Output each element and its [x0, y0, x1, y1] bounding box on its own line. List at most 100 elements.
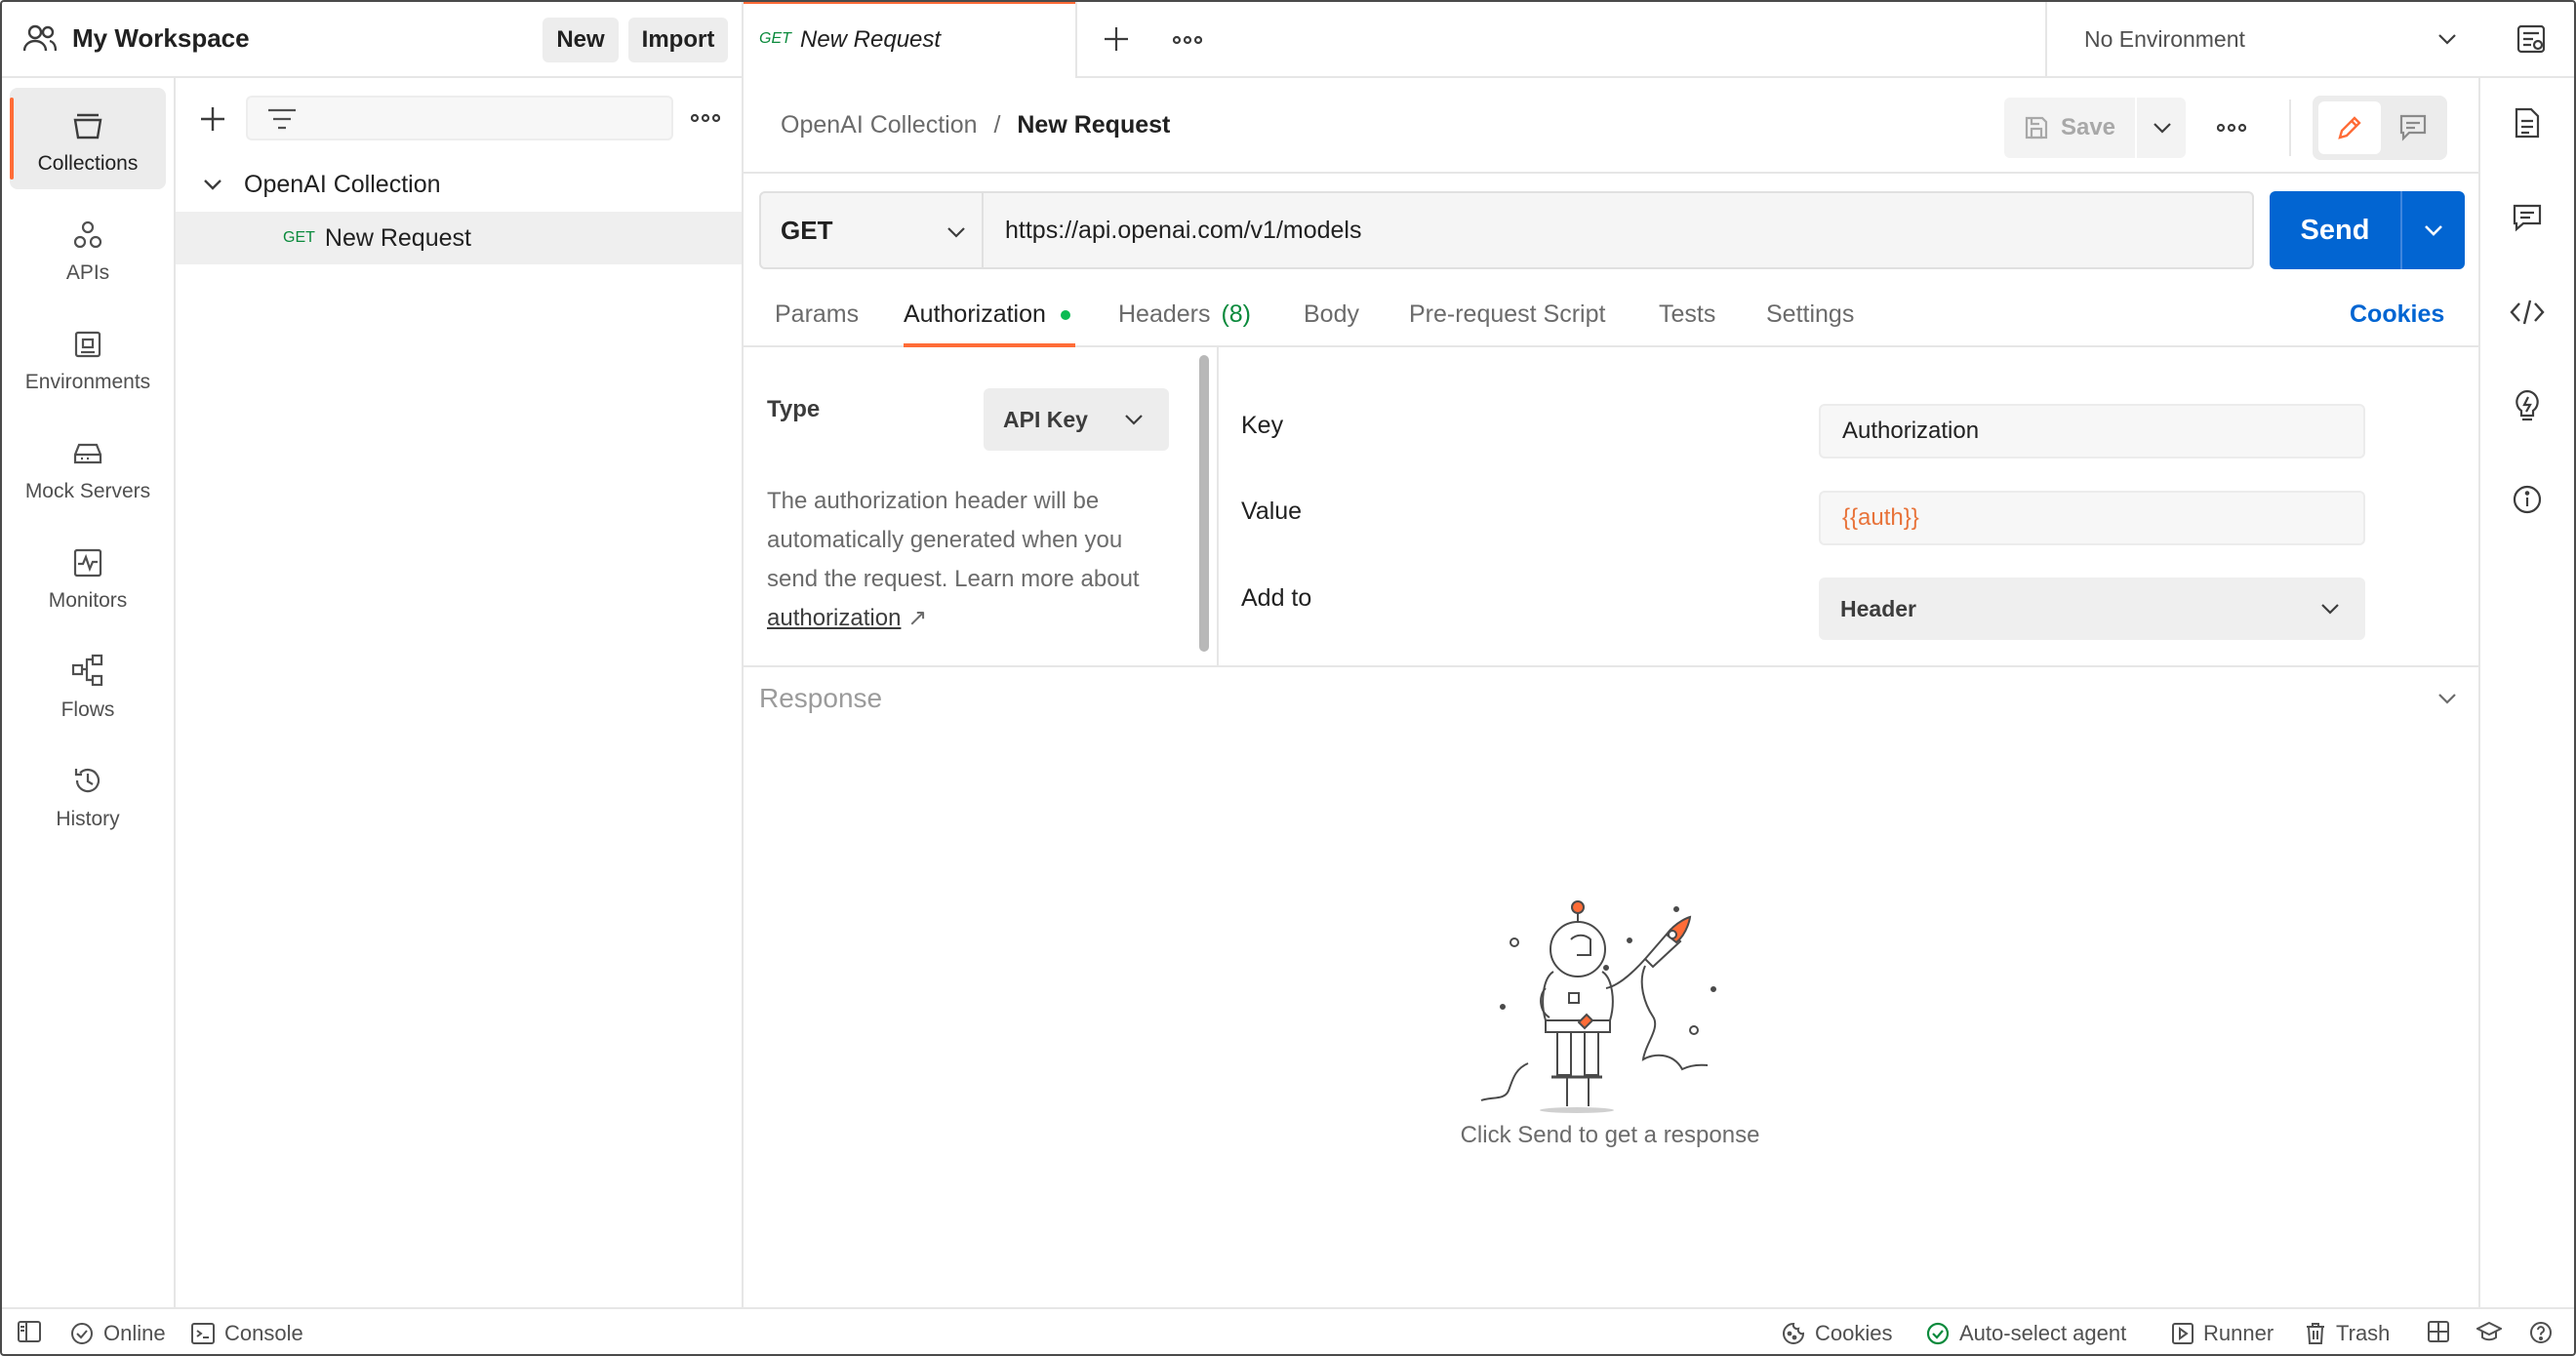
agent-button[interactable]: Auto-select agent — [1926, 1321, 2126, 1346]
rail-item-collections[interactable]: Collections — [10, 88, 166, 189]
value-input[interactable]: {{auth}} — [1819, 491, 2365, 545]
addto-label: Add to — [1241, 584, 1312, 612]
save-icon — [2024, 115, 2049, 140]
tab-title: New Request — [800, 26, 942, 53]
online-status[interactable]: Online — [70, 1321, 166, 1346]
flows-icon — [71, 654, 104, 687]
tab-params[interactable]: Params — [775, 300, 859, 329]
response-title[interactable]: Response — [759, 683, 882, 714]
lightbulb-icon[interactable] — [2512, 388, 2543, 423]
tab-prerequest-script[interactable]: Pre-request Script — [1409, 300, 1605, 329]
addto-select[interactable]: Header — [1819, 578, 2365, 640]
tab-headers[interactable]: Headers (8) — [1118, 300, 1251, 329]
rail-item-flows[interactable]: Flows — [10, 634, 166, 736]
code-icon[interactable] — [2510, 299, 2545, 326]
rail-item-mock-servers[interactable]: Mock Servers — [10, 416, 166, 517]
rail-label: History — [56, 808, 120, 830]
tab-authorization[interactable]: Authorization — [904, 300, 1070, 329]
empty-response-text: Click Send to get a response — [1460, 1122, 1760, 1148]
check-circle-icon — [1926, 1322, 1950, 1345]
send-button[interactable]: Send — [2270, 215, 2400, 247]
auth-scrollbar[interactable] — [1199, 355, 1209, 652]
cookies-link[interactable]: Cookies — [2350, 300, 2444, 329]
tab-new-request[interactable]: GET New Request — [744, 0, 1077, 78]
rail-item-history[interactable]: History — [10, 743, 166, 845]
environment-selector[interactable]: No Environment — [2045, 0, 2480, 78]
url-value: https://api.openai.com/v1/models — [1005, 216, 1362, 244]
method-select[interactable]: GET — [759, 191, 984, 269]
send-options-chevron-icon[interactable] — [2424, 224, 2443, 236]
auth-help-text: The authorization header will be automat… — [767, 482, 1177, 638]
tab-more-icon[interactable] — [1173, 35, 1202, 45]
send-button-group: Send — [2270, 191, 2465, 269]
trash-icon — [2307, 1323, 2324, 1344]
breadcrumb-collection[interactable]: OpenAI Collection — [781, 111, 978, 139]
cookies-button[interactable]: Cookies — [1782, 1321, 1892, 1346]
help-icon[interactable] — [2529, 1321, 2553, 1344]
collections-sidebar: OpenAI Collection GET New Request — [176, 78, 744, 1307]
trash-button[interactable]: Trash — [2305, 1321, 2390, 1346]
edit-mode-button[interactable] — [2318, 101, 2381, 154]
rail-item-monitors[interactable]: Monitors — [10, 525, 166, 626]
auth-type-panel: Type API Key The authorization header wi… — [744, 347, 1208, 665]
rail-label: Mock Servers — [24, 480, 151, 502]
new-tab-icon[interactable] — [1103, 25, 1130, 53]
astronaut-illustration — [1473, 896, 1747, 1120]
documentation-icon[interactable] — [2514, 107, 2541, 139]
rail-item-apis[interactable]: APIs — [10, 197, 166, 299]
environment-label: No Environment — [2084, 25, 2245, 52]
comment-mode-icon[interactable] — [2398, 113, 2428, 142]
import-button[interactable]: Import — [628, 18, 728, 62]
new-button[interactable]: New — [543, 18, 619, 62]
chevron-down-icon — [2320, 603, 2340, 615]
workspace-title[interactable]: My Workspace — [72, 23, 250, 54]
rail-active-indicator — [10, 98, 14, 179]
toggle-sidebar-icon[interactable] — [18, 1321, 41, 1342]
authorization-docs-link[interactable]: authorization — [767, 605, 901, 631]
auth-type-label: Type — [767, 396, 821, 422]
runner-button[interactable]: Runner — [2172, 1321, 2274, 1346]
layout-icon[interactable] — [2428, 1321, 2449, 1342]
url-input[interactable]: https://api.openai.com/v1/models — [984, 191, 2254, 269]
comments-icon[interactable] — [2512, 203, 2543, 232]
auth-type-select[interactable]: API Key — [984, 388, 1169, 451]
chevron-down-icon[interactable] — [203, 179, 222, 190]
learning-center-icon[interactable] — [2476, 1321, 2502, 1342]
tab-authorization-label: Authorization — [904, 300, 1046, 328]
agent-label: Auto-select agent — [1959, 1321, 2127, 1345]
filter-input[interactable] — [246, 96, 673, 140]
info-icon[interactable] — [2512, 484, 2543, 515]
add-collection-icon[interactable] — [199, 105, 226, 133]
request-row[interactable]: GET New Request — [176, 212, 742, 264]
request-more-icon[interactable] — [2217, 123, 2246, 133]
pencil-icon — [2335, 113, 2364, 142]
method-value: GET — [781, 215, 833, 245]
key-input[interactable]: Authorization — [1819, 404, 2365, 459]
rail-item-environments[interactable]: Environments — [10, 306, 166, 408]
collection-row[interactable]: OpenAI Collection — [176, 158, 742, 211]
auth-type-value: API Key — [1003, 406, 1088, 432]
environment-quicklook-icon[interactable] — [2516, 23, 2547, 55]
headers-count: (8) — [1221, 300, 1252, 328]
tab-body[interactable]: Body — [1304, 300, 1359, 329]
breadcrumb-separator: / — [993, 111, 1001, 139]
request-name: New Request — [324, 223, 471, 252]
monitors-icon — [73, 548, 102, 578]
console-icon — [191, 1323, 215, 1344]
sidebar-more-icon[interactable] — [691, 113, 720, 123]
request-tabs: Params Authorization Headers (8) Body Pr… — [744, 283, 2478, 347]
breadcrumb-request[interactable]: New Request — [1017, 111, 1170, 139]
response-collapse-chevron-icon[interactable] — [2437, 693, 2457, 704]
addto-value: Header — [1840, 595, 1916, 621]
save-button[interactable]: Save — [2004, 98, 2137, 158]
save-options-chevron-icon[interactable] — [2153, 122, 2172, 134]
auth-help-body: The authorization header will be automat… — [767, 488, 1140, 592]
rail-label: APIs — [65, 261, 110, 284]
status-bar: Online Console Cookies Auto-select agent… — [0, 1307, 2576, 1356]
runner-icon — [2172, 1323, 2194, 1344]
save-label: Save — [2060, 114, 2116, 140]
tab-tests[interactable]: Tests — [1659, 300, 1715, 329]
tab-settings[interactable]: Settings — [1766, 300, 1854, 329]
console-button[interactable]: Console — [191, 1321, 303, 1346]
rail-label: Environments — [24, 371, 151, 393]
